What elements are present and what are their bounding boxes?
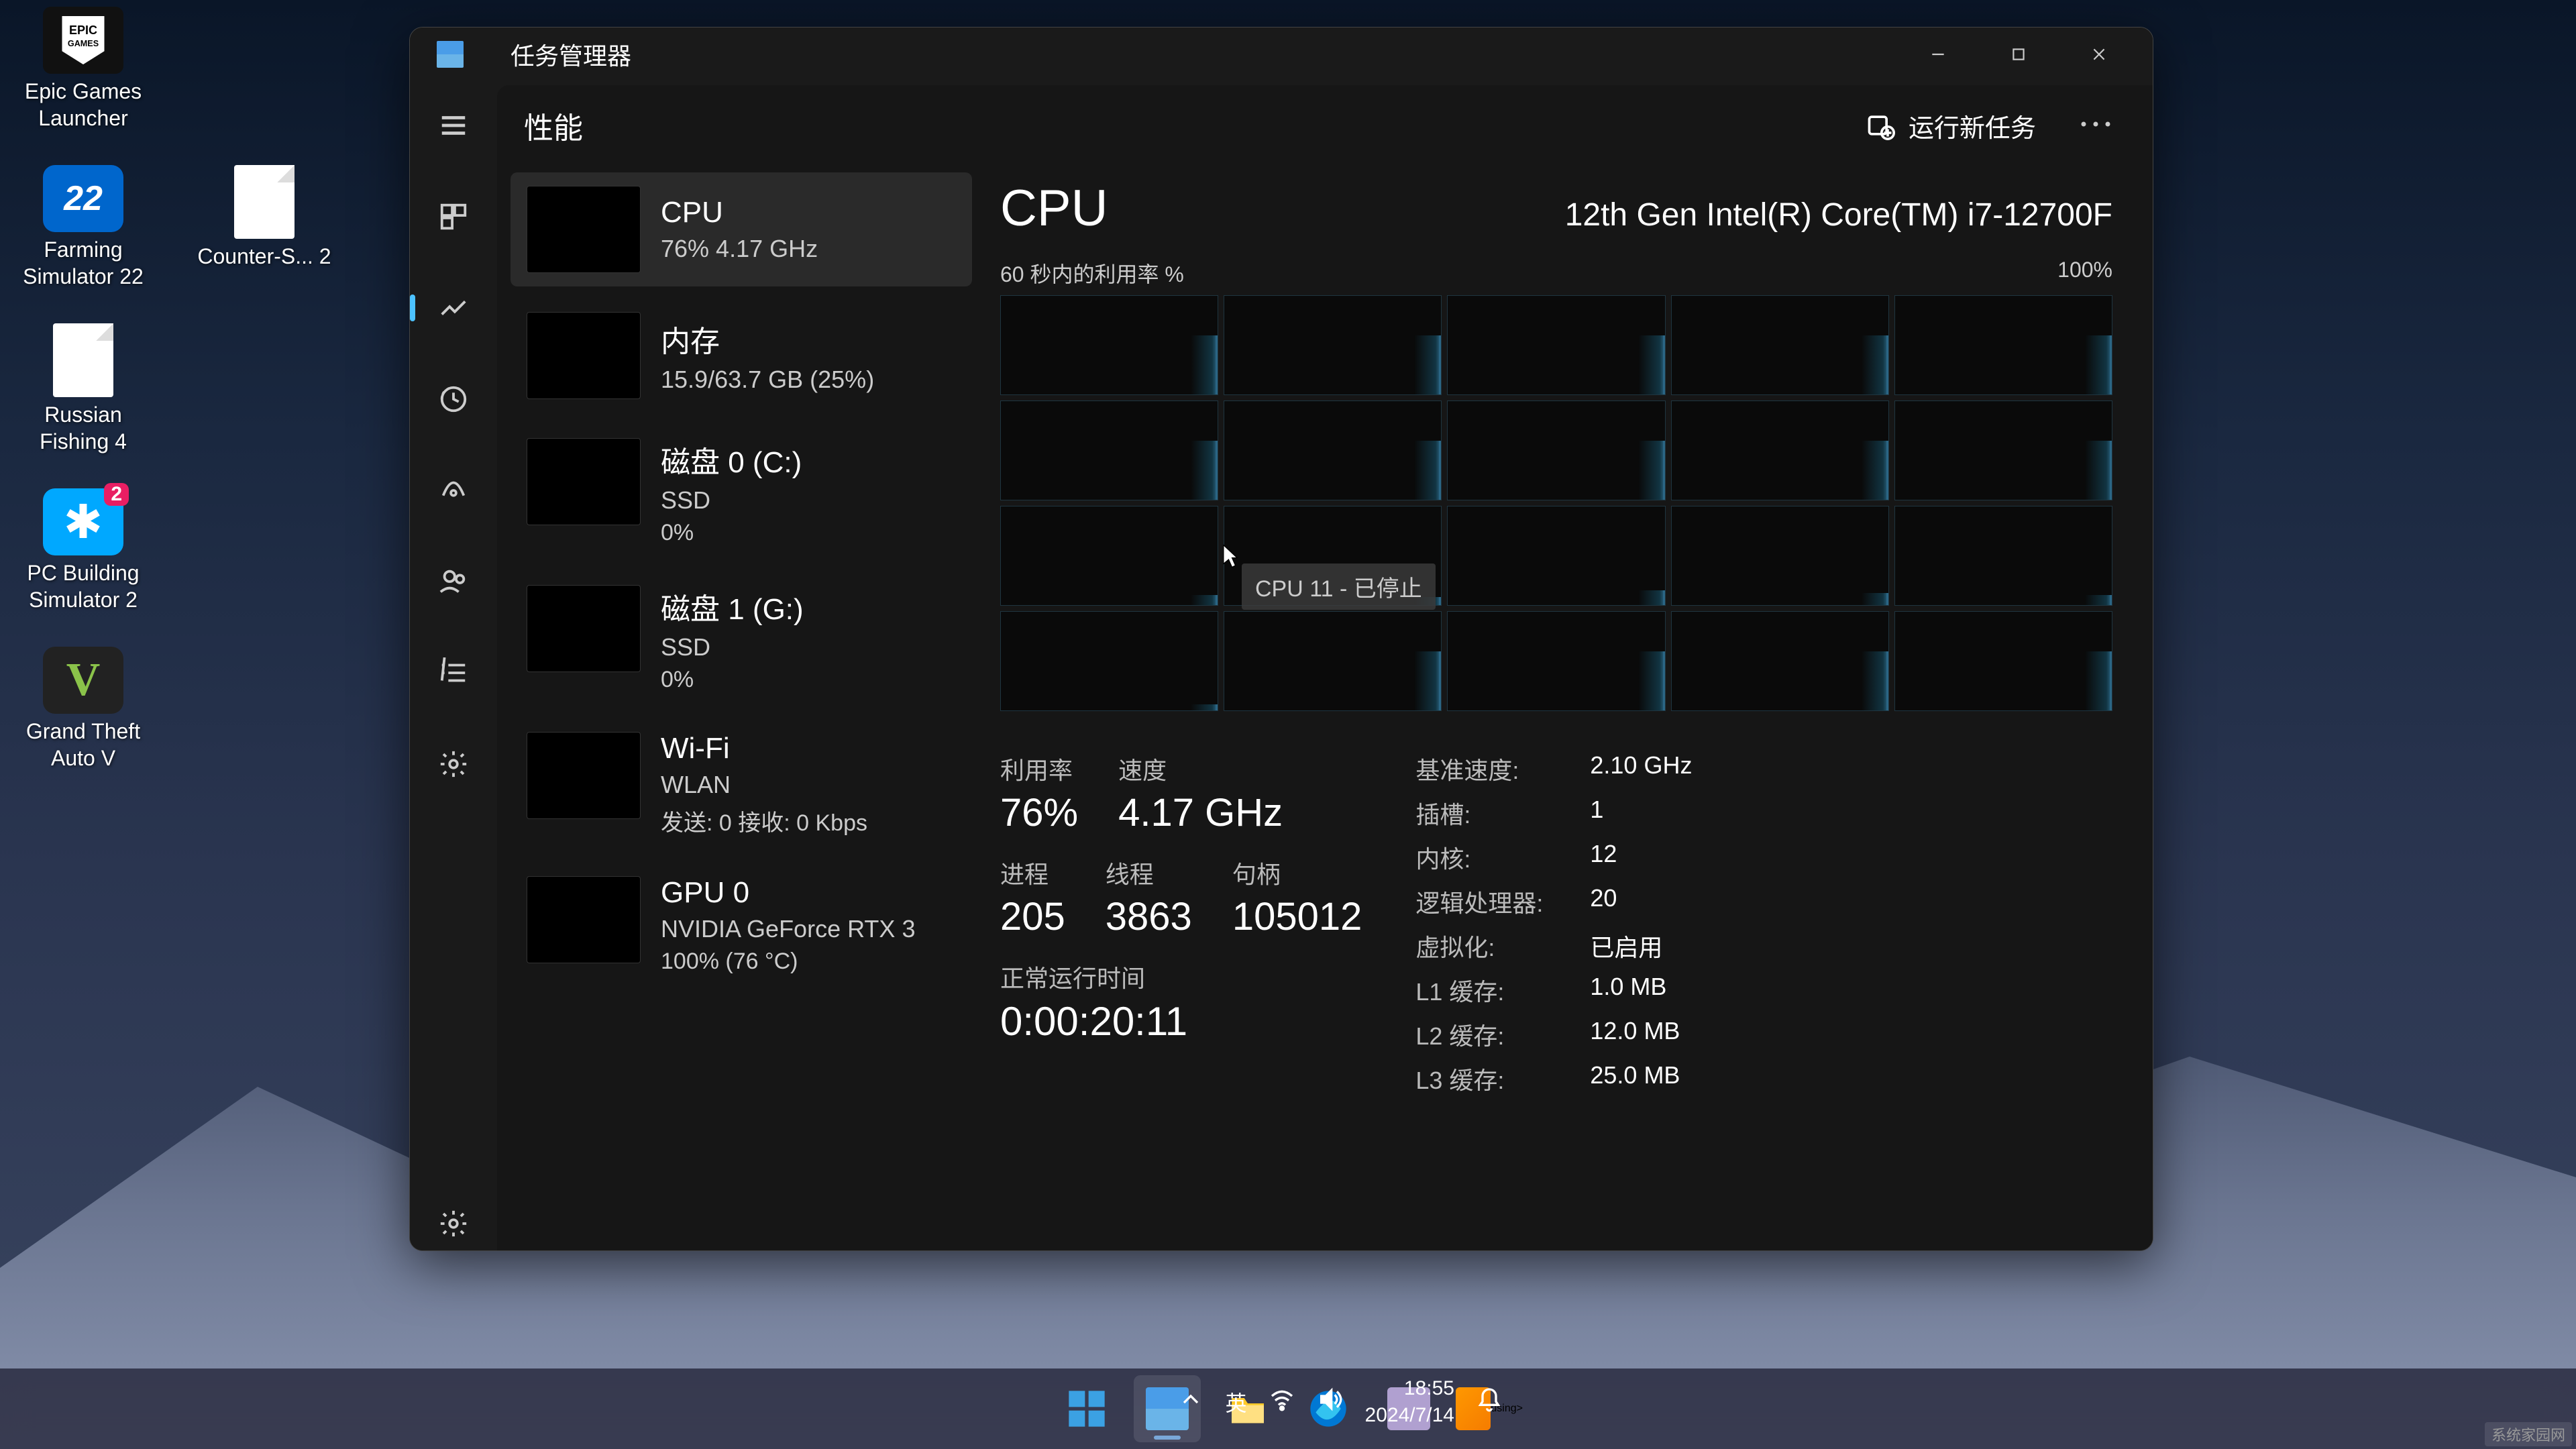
taskbar[interactable]: using> 英 18:55 2024/7/14 系统家园网 const dat…: [0, 1368, 2576, 1449]
util-value: 76%: [1000, 790, 1078, 835]
cpu-heading: CPU: [1000, 179, 1108, 237]
nav-performance[interactable]: [427, 281, 480, 335]
cpu-thumbnail: [527, 186, 641, 273]
disk-thumbnail: [527, 585, 641, 672]
maximize-button[interactable]: [1978, 34, 2059, 74]
wifi-thumbnail: [527, 732, 641, 819]
desktop-icon-label: Counter-S... 2: [197, 243, 331, 270]
handles-value: 105012: [1232, 894, 1362, 939]
titlebar[interactable]: 任务管理器: [410, 28, 2153, 81]
epic-logo-icon: EPIC GAMES: [43, 7, 123, 74]
nav-startup[interactable]: [427, 464, 480, 517]
notifications-icon[interactable]: [1476, 1386, 1503, 1418]
cpu-core-tooltip: CPU 11 - 已停止: [1242, 564, 1436, 610]
cpu-specs-table: 基准速度:2.10 GHz 插槽:1 内核:12 逻辑处理器:20 虚拟化:已启…: [1415, 751, 1692, 1096]
ime-indicator[interactable]: 英: [1226, 1387, 1247, 1417]
disk-thumbnail: [527, 438, 641, 525]
sidebar-item-gpu-0[interactable]: GPU 0NVIDIA GeForce RTX 3100% (76 °C): [511, 863, 972, 988]
cursor-icon: [1222, 543, 1239, 569]
volume-icon[interactable]: [1317, 1386, 1344, 1418]
threads-value: 3863: [1106, 894, 1192, 939]
time: 18:55: [1365, 1375, 1454, 1402]
sidebar-item-disk-0[interactable]: 磁盘 0 (C:)SSD0%: [511, 425, 972, 559]
run-task-icon: [1866, 111, 1895, 140]
performance-sidebar: CPU76% 4.17 GHz 内存15.9/63.7 GB (25%) 磁盘 …: [497, 166, 980, 1250]
desktop-icon-label: Epic Games Launcher: [9, 78, 157, 131]
nav-services[interactable]: [427, 737, 480, 791]
run-task-label: 运行新任务: [1909, 107, 2036, 144]
sidebar-item-wifi[interactable]: Wi-FiWLAN发送: 0 接收: 0 Kbps: [511, 718, 972, 851]
svg-text:GAMES: GAMES: [68, 39, 99, 48]
nav-settings[interactable]: [427, 1197, 480, 1250]
nav-processes[interactable]: [427, 190, 480, 244]
file-icon: [234, 165, 294, 239]
close-button[interactable]: [2059, 34, 2139, 74]
desktop-icon-pcbs2[interactable]: 2 PC Building Simulator 2: [9, 488, 157, 613]
desktop-icon-label: Farming Simulator 22: [9, 236, 157, 290]
desktop-icon-label: PC Building Simulator 2: [9, 559, 157, 613]
more-icon: [2079, 119, 2112, 129]
util-label: 利用率: [1000, 751, 1078, 786]
run-new-task-button[interactable]: 运行新任务: [1849, 99, 2052, 152]
cpu-detail-pane: CPU 12th Gen Intel(R) Core(TM) i7-12700F…: [980, 166, 2153, 1250]
tray-chevron-up-icon[interactable]: [1177, 1386, 1204, 1418]
desktop-icon-rf4[interactable]: Russian Fishing 4: [9, 323, 157, 455]
cpu-model: 12th Gen Intel(R) Core(TM) i7-12700F: [1565, 197, 2112, 233]
uptime-value: 0:00:20:11: [1000, 998, 1362, 1044]
task-manager-window: 任务管理器 性能 运行新任务: [409, 27, 2153, 1251]
topbar: 性能 运行新任务: [497, 85, 2153, 166]
date: 2024/7/14: [1365, 1402, 1454, 1429]
speed-value: 4.17 GHz: [1118, 790, 1283, 835]
desktop-icon-fs22[interactable]: 22 Farming Simulator 22: [9, 165, 157, 290]
handles-label: 句柄: [1232, 855, 1362, 890]
clock[interactable]: 18:55 2024/7/14: [1365, 1375, 1454, 1429]
threads-label: 线程: [1106, 855, 1192, 890]
windows-logo-icon: [1065, 1387, 1108, 1430]
desktop-icon-cs2[interactable]: Counter-S... 2: [191, 165, 338, 290]
svg-text:EPIC: EPIC: [69, 23, 97, 37]
processes-value: 205: [1000, 894, 1065, 939]
nav-users[interactable]: [427, 555, 480, 608]
desktop-icons: EPIC GAMES Epic Games Launcher 22 Farming…: [9, 7, 338, 771]
nav-details[interactable]: [427, 646, 480, 700]
sidebar-item-memory[interactable]: 内存15.9/63.7 GB (25%): [511, 299, 972, 413]
gtav-icon: V: [43, 647, 123, 714]
sidebar-item-disk-1[interactable]: 磁盘 1 (G:)SSD0%: [511, 572, 972, 706]
desktop-icon-label: Russian Fishing 4: [9, 401, 157, 455]
page-title: 性能: [524, 104, 583, 147]
chart-label-right: 100%: [2057, 258, 2112, 288]
watermark: 系统家园网: [2485, 1422, 2572, 1446]
wifi-icon[interactable]: [1269, 1386, 1295, 1418]
speed-label: 速度: [1118, 751, 1283, 786]
start-button[interactable]: [1053, 1375, 1120, 1442]
minimize-button[interactable]: [1898, 34, 1978, 74]
gpu-thumbnail: [527, 876, 641, 963]
desktop-icon-gtav[interactable]: V Grand Theft Auto V: [9, 647, 157, 771]
desktop-icon-label: Grand Theft Auto V: [9, 718, 157, 771]
desktop-icon-epic[interactable]: EPIC GAMES Epic Games Launcher: [9, 7, 157, 131]
memory-thumbnail: [527, 312, 641, 399]
fs22-icon: 22: [43, 165, 123, 232]
taskmgr-app-icon: [437, 41, 464, 68]
pcbs-icon: 2: [43, 488, 123, 555]
nav-app-history[interactable]: [427, 372, 480, 426]
more-button[interactable]: [2065, 111, 2126, 140]
nav-rail: [410, 81, 497, 1250]
processes-label: 进程: [1000, 855, 1065, 890]
uptime-label: 正常运行时间: [1000, 959, 1362, 994]
file-icon: [53, 323, 113, 397]
window-title: 任务管理器: [511, 37, 1898, 72]
nav-hamburger[interactable]: [427, 99, 480, 152]
cpu-core-grid[interactable]: CPU 11 - 已停止: [1000, 295, 2112, 711]
sidebar-item-cpu[interactable]: CPU76% 4.17 GHz: [511, 172, 972, 286]
chart-label-left: 60 秒内的利用率 %: [1000, 258, 1184, 288]
